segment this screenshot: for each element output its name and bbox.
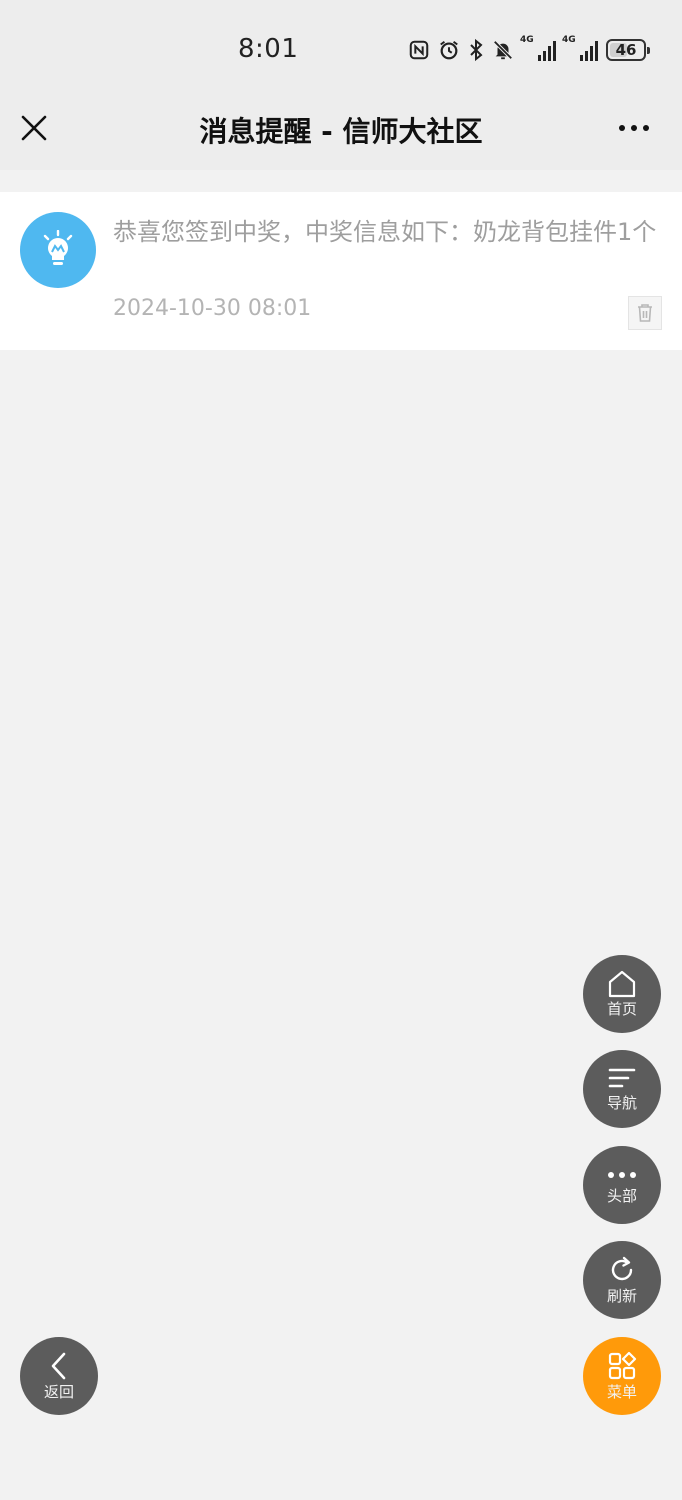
status-bar: 8:01 4G 4G 46 [0, 0, 682, 96]
bluetooth-icon [470, 38, 483, 62]
navigation-label: 导航 [606, 1094, 637, 1112]
grid-icon [608, 1351, 637, 1380]
menu-button[interactable]: 菜单 [583, 1337, 661, 1415]
refresh-label: 刷新 [606, 1287, 637, 1305]
menu-label: 菜单 [606, 1383, 637, 1401]
chevron-left-icon [51, 1352, 66, 1380]
home-icon [608, 970, 636, 998]
more-button[interactable] [614, 110, 654, 146]
more-dots-icon [643, 125, 649, 131]
signal-label: 4G [562, 35, 576, 45]
home-button[interactable]: 首页 [583, 955, 661, 1033]
alarm-icon [440, 40, 458, 60]
battery-icon: 46 [606, 39, 650, 61]
refresh-button[interactable]: 刷新 [583, 1241, 661, 1319]
more-dots-icon [631, 125, 637, 131]
nfc-icon [409, 40, 429, 60]
page-title: 消息提醒 - 信师大社区 [199, 115, 483, 148]
header-label: 头部 [606, 1187, 637, 1205]
message-text: 恭喜您签到中奖，中奖信息如下：奶龙背包挂件1个 [113, 218, 657, 246]
delete-button[interactable] [628, 296, 662, 330]
lightbulb-icon [20, 212, 96, 288]
mute-bell-icon [493, 40, 513, 60]
trash-icon [638, 304, 652, 322]
nav-bar: 消息提醒 - 信师大社区 [0, 96, 682, 170]
signal-icon: 4G [562, 35, 598, 61]
status-time: 8:01 [238, 34, 299, 64]
message-time: 2024-10-30 08:01 [113, 296, 312, 321]
status-icons: 4G 4G 46 [408, 35, 650, 64]
navigation-button[interactable]: 导航 [583, 1050, 661, 1128]
signal-label: 4G [520, 35, 534, 45]
more-dots-icon [608, 1172, 636, 1178]
signal-icon: 4G [520, 35, 556, 61]
refresh-icon [611, 1256, 633, 1281]
back-label: 返回 [43, 1383, 74, 1401]
home-label: 首页 [606, 1000, 637, 1018]
message-item[interactable]: 恭喜您签到中奖，中奖信息如下：奶龙背包挂件1个 2024-10-30 08:01 [0, 192, 682, 350]
battery-level: 46 [615, 41, 637, 59]
more-dots-icon [619, 125, 625, 131]
list-icon [608, 1068, 636, 1088]
header-button[interactable]: 头部 [583, 1146, 661, 1224]
back-button[interactable]: 返回 [20, 1337, 98, 1415]
